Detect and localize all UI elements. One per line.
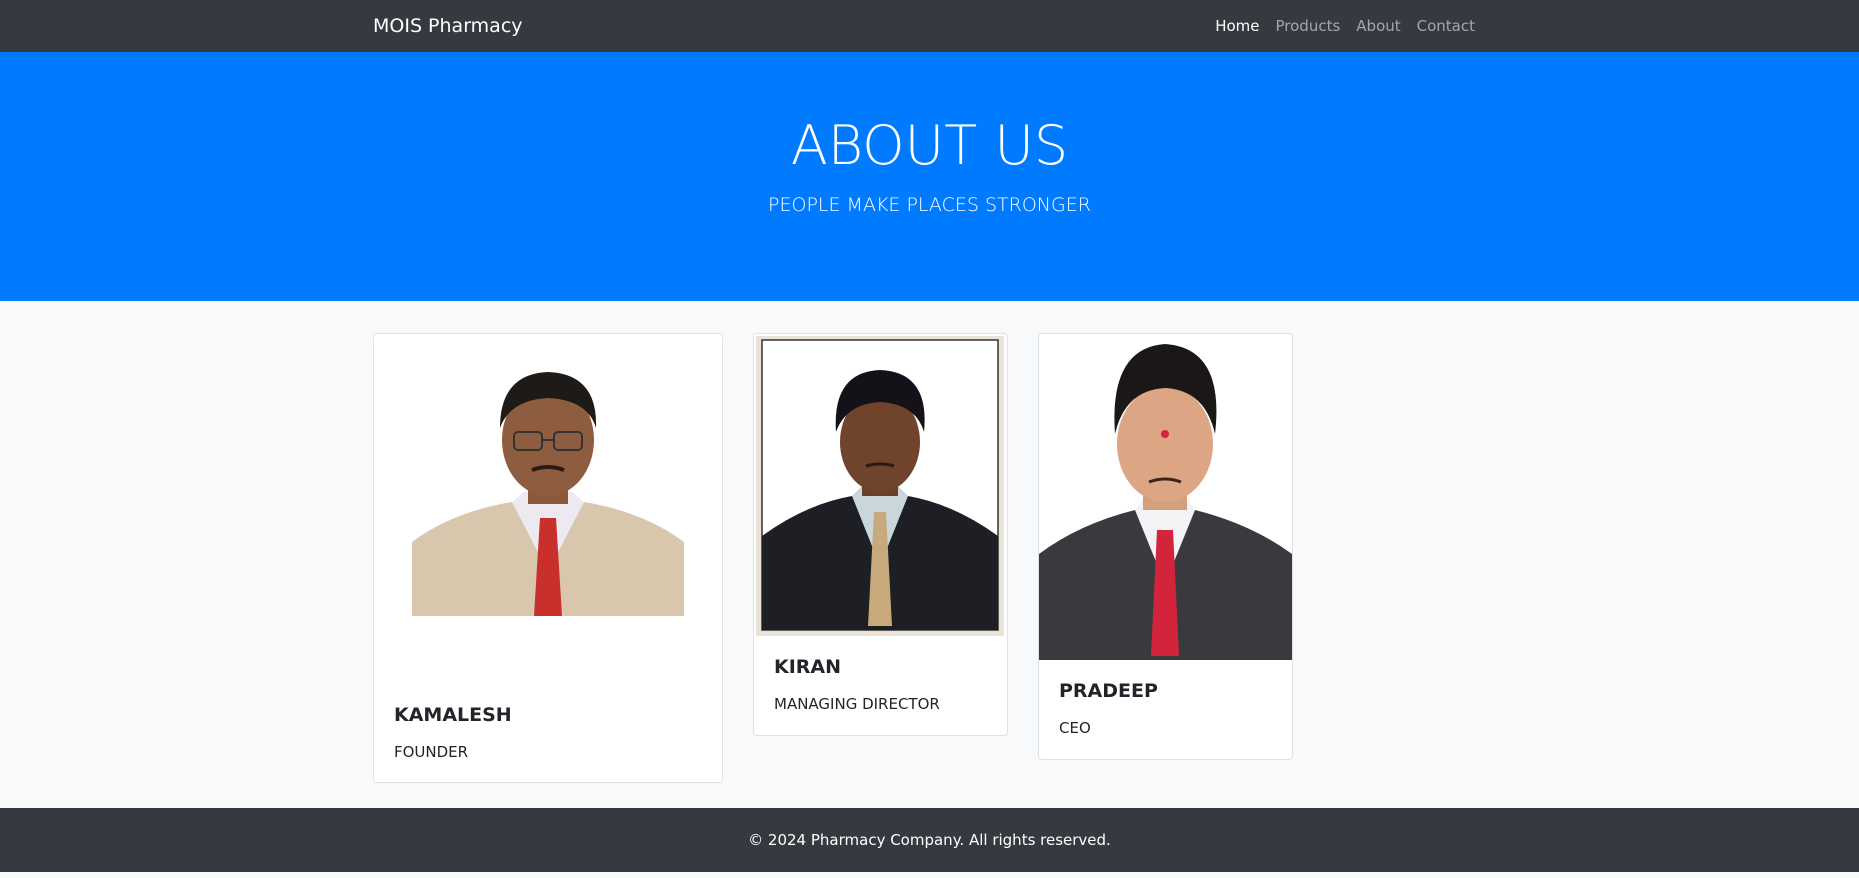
brand-link[interactable]: MOIS Pharmacy <box>373 0 523 52</box>
person-photo-icon <box>756 336 1004 636</box>
person-photo-icon <box>412 342 684 616</box>
nav-link-home[interactable]: Home <box>1215 17 1259 35</box>
page-subtitle: PEOPLE MAKE PLACES STRONGER <box>768 194 1091 216</box>
footer-copyright: © 2024 Pharmacy Company. All rights rese… <box>748 831 1111 849</box>
footer: © 2024 Pharmacy Company. All rights rese… <box>0 808 1859 872</box>
team-photo-kamalesh <box>412 342 684 616</box>
team-card-kiran: KIRAN MANAGING DIRECTOR <box>753 333 1008 736</box>
nav-links: Home Products About Contact <box>1215 0 1475 52</box>
page-title: ABOUT US <box>790 114 1069 177</box>
team-card-kamalesh: KAMALESH FOUNDER <box>373 333 723 783</box>
nav-link-products[interactable]: Products <box>1276 17 1341 35</box>
navbar: MOIS Pharmacy Home Products About Contac… <box>0 0 1859 52</box>
team-member-role: MANAGING DIRECTOR <box>774 695 940 713</box>
nav-link-about[interactable]: About <box>1356 17 1400 35</box>
team-member-name: KAMALESH <box>394 704 512 726</box>
team-member-name: PRADEEP <box>1059 680 1158 702</box>
person-photo-icon <box>1039 334 1292 660</box>
team-card-pradeep: PRADEEP CEO <box>1038 333 1293 760</box>
team-member-role: FOUNDER <box>394 743 469 761</box>
team-photo-pradeep <box>1039 334 1292 660</box>
hero-banner: ABOUT US PEOPLE MAKE PLACES STRONGER <box>0 52 1859 301</box>
team-photo-kiran <box>756 336 1004 636</box>
team-member-name: KIRAN <box>774 656 842 678</box>
nav-link-contact[interactable]: Contact <box>1417 17 1475 35</box>
team-member-role: CEO <box>1059 719 1091 737</box>
